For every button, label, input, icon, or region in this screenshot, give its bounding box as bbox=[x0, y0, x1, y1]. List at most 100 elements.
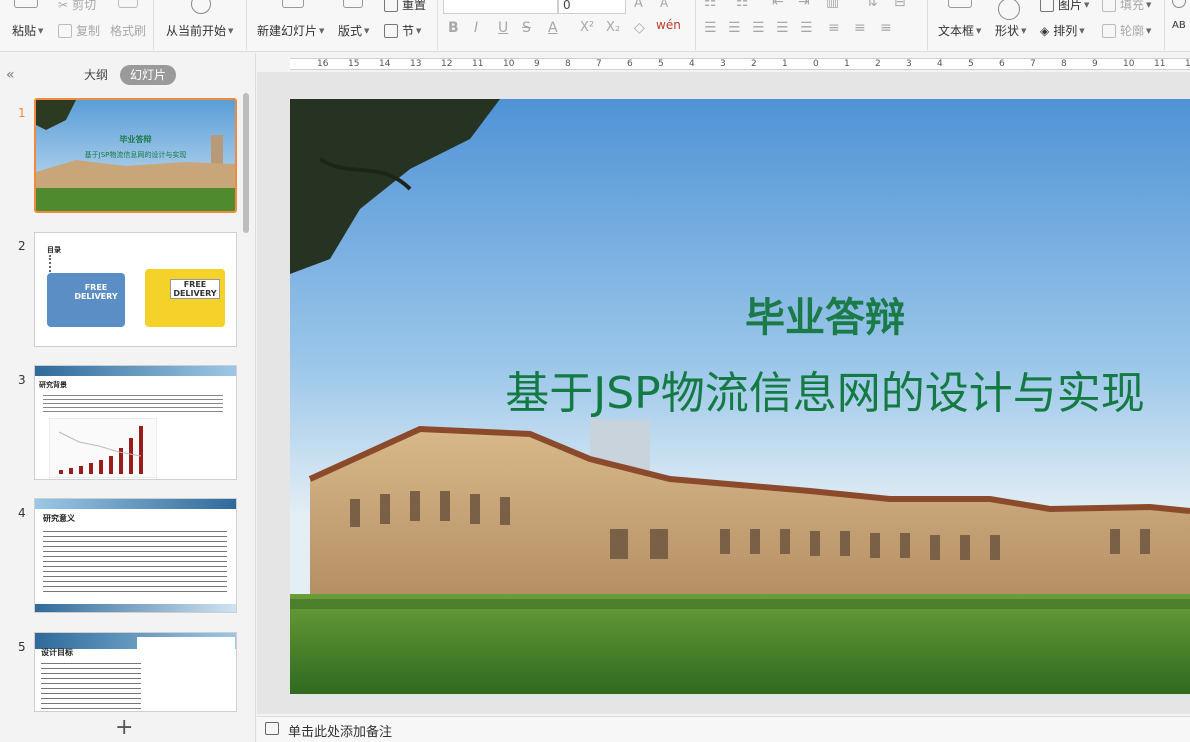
ruler-tick-label: 4 bbox=[689, 59, 695, 69]
arrange-button[interactable]: ◈ 排列 ▼ bbox=[1040, 22, 1085, 39]
bullets-icon[interactable]: ☷ bbox=[704, 0, 717, 10]
slide-thumbnail-3[interactable]: 研究背景 bbox=[34, 365, 237, 480]
justify-icon[interactable]: ☰ bbox=[776, 20, 789, 36]
thumb-header-bar bbox=[35, 366, 236, 376]
layout-icon bbox=[343, 0, 363, 8]
tab-slides[interactable]: 幻灯片 bbox=[120, 65, 177, 85]
text-direction-icon[interactable]: ⇅ bbox=[866, 0, 878, 10]
numbering-icon[interactable]: ☷ bbox=[736, 0, 749, 10]
find-icon[interactable] bbox=[1172, 0, 1186, 8]
paste-icon bbox=[14, 0, 38, 8]
ruler-tick-label: 7 bbox=[1030, 59, 1036, 69]
picture-button[interactable]: 图片 ▼ bbox=[1040, 0, 1089, 13]
new-slide-icon bbox=[282, 0, 304, 8]
play-icon bbox=[191, 0, 211, 14]
shape-button[interactable]: 形状 ▼ bbox=[995, 22, 1026, 39]
shape-icon bbox=[998, 0, 1020, 20]
subscript-icon[interactable]: X₂ bbox=[606, 20, 620, 35]
reset-icon bbox=[384, 0, 398, 12]
thumb-text-lines bbox=[43, 527, 227, 595]
copy-icon bbox=[58, 23, 72, 38]
font-color-icon[interactable]: A bbox=[548, 20, 558, 36]
columns-icon[interactable]: ▥ bbox=[826, 0, 839, 10]
font-name-select[interactable] bbox=[443, 0, 558, 14]
layout-button[interactable]: 版式 ▼ bbox=[338, 22, 369, 39]
collapse-panel-icon[interactable]: « bbox=[6, 67, 15, 83]
ruler-tick-label: 5 bbox=[658, 59, 664, 69]
slide-subtitle[interactable]: 基于JSP物流信息网的设计与实现 bbox=[375, 357, 1190, 421]
font-size-select[interactable]: 0 bbox=[558, 0, 626, 14]
slide-thumbnail-5[interactable]: 设计目标 bbox=[34, 632, 237, 712]
line-spacing-icon[interactable]: ≡ bbox=[828, 20, 840, 36]
ruler-tick-label: 14 bbox=[379, 59, 391, 69]
decrease-indent-icon[interactable]: ⇤ bbox=[772, 0, 784, 10]
ruler-tick-label: 2 bbox=[875, 59, 881, 69]
ruler-tick-label: 8 bbox=[1061, 59, 1067, 69]
underline-icon[interactable]: U bbox=[498, 20, 508, 36]
bold-icon[interactable]: B bbox=[448, 20, 459, 36]
italic-icon[interactable]: I bbox=[474, 20, 478, 36]
slide-thumbnail-4[interactable]: 研究意义 bbox=[34, 498, 237, 613]
ruler-tick-label: 10 bbox=[1123, 59, 1135, 69]
section-icon bbox=[384, 23, 398, 38]
ruler-tick-label: 4 bbox=[937, 59, 943, 69]
para-spacing-icon[interactable]: ≡ bbox=[854, 20, 866, 36]
increase-indent-icon[interactable]: ⇥ bbox=[798, 0, 810, 10]
phonetic-icon[interactable]: wén bbox=[656, 18, 681, 32]
outline-button[interactable]: 轮廓 ▼ bbox=[1102, 22, 1151, 39]
slide-thumbnail-2[interactable]: 目录 FREE DELIVERY FREE DELIVERY bbox=[34, 232, 237, 347]
thumb-subtitle: 基于JSP物流信息网的设计与实现 bbox=[84, 151, 187, 159]
ruler-tick-label: 3 bbox=[720, 59, 726, 69]
copy-button[interactable]: 复制 bbox=[58, 22, 100, 39]
notes-bar[interactable]: 单击此处添加备注 bbox=[257, 716, 1190, 742]
ruler-tick-label: 15 bbox=[348, 59, 360, 69]
ruler-tick-label: 2 bbox=[751, 59, 757, 69]
cut-button[interactable]: ✂ 剪切 bbox=[58, 0, 96, 13]
ruler-tick-label: 3 bbox=[906, 59, 912, 69]
slide-title[interactable]: 毕业答辩 bbox=[375, 285, 1190, 343]
thumb-number: 1 bbox=[18, 106, 26, 120]
ruler-tick-label: 7 bbox=[596, 59, 602, 69]
reset-button[interactable]: 重置 bbox=[384, 0, 426, 13]
align-center-icon[interactable]: ☰ bbox=[728, 20, 741, 36]
thumb-text-lines bbox=[43, 392, 223, 412]
slide-thumbnail-1[interactable]: 毕业答辩 基于JSP物流信息网的设计与实现 bbox=[34, 98, 237, 213]
ruler-tick-label: 12 bbox=[441, 59, 453, 69]
thumb-number: 4 bbox=[18, 506, 26, 520]
notes-placeholder[interactable]: 单击此处添加备注 bbox=[288, 721, 392, 740]
paste-button[interactable]: 粘贴 ▼ bbox=[12, 22, 43, 39]
thumb-number: 2 bbox=[18, 239, 26, 253]
ruler-tick-label: 16 bbox=[317, 59, 329, 69]
fill-button[interactable]: 填充 ▼ bbox=[1102, 0, 1151, 13]
new-slide-button[interactable]: 新建幻灯片 ▼ bbox=[257, 22, 324, 39]
strikethrough-icon[interactable]: S bbox=[522, 20, 531, 36]
thumb-title: 研究背景 bbox=[39, 381, 67, 389]
align-right-icon[interactable]: ☰ bbox=[752, 20, 765, 36]
add-slide-icon[interactable]: + bbox=[115, 715, 133, 740]
section-button[interactable]: 节 ▼ bbox=[384, 22, 421, 39]
ruler-tick-label: 12 bbox=[1185, 59, 1190, 69]
text-align-icon[interactable]: ⊟ bbox=[894, 0, 906, 10]
eraser-icon[interactable]: ◇ bbox=[634, 20, 645, 36]
distribute-icon[interactable]: ☰ bbox=[800, 20, 813, 36]
panel-scrollbar[interactable] bbox=[243, 93, 249, 233]
truck-badge: FREE DELIVERY bbox=[74, 283, 118, 301]
thumb-text-lines bbox=[41, 659, 141, 709]
ruler-tick-label: 11 bbox=[1154, 59, 1166, 69]
text-box-button[interactable]: 文本框 ▼ bbox=[938, 22, 981, 39]
slide-main[interactable]: 毕业答辩 基于JSP物流信息网的设计与实现 bbox=[290, 99, 1190, 694]
thumb-title: 目录 bbox=[47, 246, 61, 254]
align-left-icon[interactable]: ☰ bbox=[704, 20, 717, 36]
start-from-current-button[interactable]: 从当前开始 ▼ bbox=[166, 22, 233, 39]
font-shrink-icon[interactable]: A bbox=[660, 0, 668, 10]
font-grow-icon[interactable]: A bbox=[634, 0, 643, 11]
thumb-image-area bbox=[137, 637, 235, 711]
superscript-icon[interactable]: X² bbox=[580, 20, 594, 35]
replace-icon[interactable]: AB bbox=[1172, 20, 1186, 31]
horizontal-ruler: 161514131211109876543210123456789101112 bbox=[290, 58, 1190, 70]
tab-outline[interactable]: 大纲 bbox=[74, 65, 118, 85]
picture-icon bbox=[1040, 0, 1054, 12]
format-painter-button[interactable]: 格式刷 bbox=[110, 22, 146, 39]
indent-icon[interactable]: ≡ bbox=[880, 20, 892, 36]
slide-panel: « 大纲 幻灯片 1 毕业答辩 基于JSP物流信息网的设计与实现 2 目录 FR… bbox=[0, 53, 256, 742]
